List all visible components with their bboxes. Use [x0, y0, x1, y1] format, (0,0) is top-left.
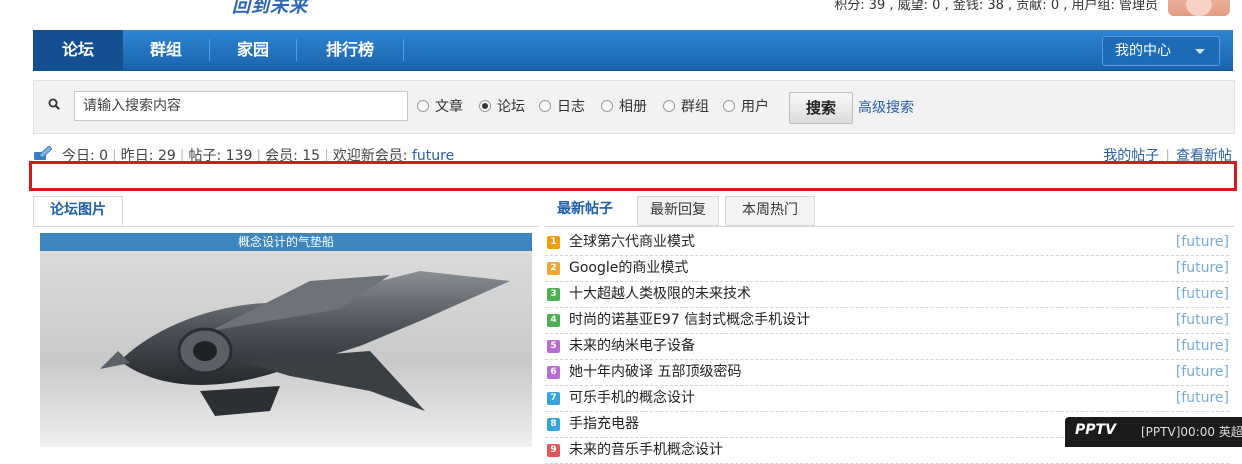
site-logo[interactable]: 回到未来: [232, 0, 308, 18]
search-option-albums[interactable]: 相册: [601, 97, 647, 117]
my-center-label: 我的中心: [1115, 43, 1171, 59]
tab-weekly-hot[interactable]: 本周热门: [725, 196, 815, 226]
nav-item-home[interactable]: 家园: [210, 30, 296, 70]
list-item: 3 十大超越人类极限的未来技术 [future]: [545, 282, 1229, 308]
search-option-articles[interactable]: 文章: [417, 97, 463, 117]
list-item: 1 全球第六代商业模式 [future]: [545, 230, 1229, 256]
chevron-down-icon: [1195, 49, 1205, 54]
list-item: 4 时尚的诺基亚E97 信封式概念手机设计 [future]: [545, 308, 1229, 334]
list-item: 6 她十年内破译 五部顶级密码 [future]: [545, 360, 1229, 386]
avatar-face: [1186, 0, 1212, 16]
pptv-notification[interactable]: PPTV [PPTV]00:00 英超: [1065, 417, 1242, 447]
rank-badge: 7: [547, 392, 560, 405]
rank-badge: 2: [547, 262, 560, 275]
search-bar: 文章 论坛 日志 相册 群组 用户 搜索 高级搜索: [33, 80, 1235, 134]
post-title-link[interactable]: 十大超越人类极限的未来技术: [569, 282, 751, 306]
slide-caption[interactable]: 概念设计的气垫船: [40, 233, 532, 251]
rank-badge: 4: [547, 314, 560, 327]
highlight-box: [29, 161, 1237, 191]
post-title-link[interactable]: Google的商业模式: [569, 256, 688, 280]
post-title-link[interactable]: 她十年内破译 五部顶级密码: [569, 360, 741, 384]
option-label: 日志: [557, 99, 585, 115]
post-author-link[interactable]: [future]: [1176, 308, 1229, 332]
search-icon: [48, 98, 60, 110]
search-option-users[interactable]: 用户: [723, 97, 769, 117]
rank-badge: 9: [547, 444, 560, 457]
post-title-link[interactable]: 全球第六代商业模式: [569, 230, 695, 254]
option-label: 用户: [741, 99, 769, 115]
radio-icon: [601, 100, 613, 112]
nav-item-groups[interactable]: 群组: [123, 30, 209, 70]
list-item: 5 未来的纳米电子设备 [future]: [545, 334, 1229, 360]
post-author-link[interactable]: [future]: [1176, 256, 1229, 280]
rank-badge: 3: [547, 288, 560, 301]
my-center-dropdown[interactable]: 我的中心: [1102, 36, 1220, 66]
main-nav: 论坛 群组 家园 排行榜 我的中心: [33, 30, 1233, 71]
tab-latest-posts[interactable]: 最新帖子: [545, 196, 625, 226]
radio-icon: [417, 100, 429, 112]
radio-icon: [663, 100, 675, 112]
user-stats: 积分: 39 , 威望: 0 , 金钱: 38 , 贡献: 0 , 用户组: 管…: [834, 0, 1158, 13]
pptv-ticker-text[interactable]: [PPTV]00:00 英超: [1141, 423, 1242, 440]
radio-checked-icon: [479, 100, 491, 112]
rank-badge: 8: [547, 418, 560, 431]
hovercraft-image: [100, 271, 510, 416]
option-label: 论坛: [497, 99, 525, 115]
post-title-link[interactable]: 时尚的诺基亚E97 信封式概念手机设计: [569, 308, 810, 332]
post-title-link[interactable]: 未来的音乐手机概念设计: [569, 438, 723, 462]
pencil-icon: [34, 146, 52, 160]
option-label: 群组: [681, 99, 709, 115]
nav-item-forum[interactable]: 论坛: [33, 30, 123, 70]
list-item: 7 可乐手机的概念设计 [future]: [545, 386, 1229, 412]
search-option-forum[interactable]: 论坛: [479, 97, 525, 117]
advanced-search-link[interactable]: 高级搜索: [858, 97, 914, 117]
post-author-link[interactable]: [future]: [1176, 360, 1229, 384]
search-option-blogs[interactable]: 日志: [539, 97, 585, 117]
nav-divider: [403, 39, 404, 61]
post-author-link[interactable]: [future]: [1176, 282, 1229, 306]
rank-badge: 1: [547, 236, 560, 249]
search-button[interactable]: 搜索: [789, 92, 853, 124]
option-label: 相册: [619, 99, 647, 115]
search-input[interactable]: [74, 91, 408, 121]
tab-latest-replies[interactable]: 最新回复: [637, 196, 719, 226]
rank-badge: 6: [547, 366, 560, 379]
rank-badge: 5: [547, 340, 560, 353]
tab-forum-images[interactable]: 论坛图片: [33, 196, 123, 226]
search-option-groups[interactable]: 群组: [663, 97, 709, 117]
post-title-link[interactable]: 手指充电器: [569, 412, 639, 436]
post-title-link[interactable]: 可乐手机的概念设计: [569, 386, 695, 410]
avatar[interactable]: [1168, 0, 1230, 16]
post-author-link[interactable]: [future]: [1176, 334, 1229, 358]
post-author-link[interactable]: [future]: [1176, 230, 1229, 254]
post-title-link[interactable]: 未来的纳米电子设备: [569, 334, 695, 358]
radio-icon: [539, 100, 551, 112]
option-label: 文章: [435, 99, 463, 115]
list-item: 2 Google的商业模式 [future]: [545, 256, 1229, 282]
radio-icon: [723, 100, 735, 112]
pptv-logo: PPTV: [1075, 422, 1116, 438]
image-slideshow[interactable]: 概念设计的气垫船: [40, 233, 532, 447]
posts-tabs: 最新帖子 最新回复 本周热门: [545, 196, 1234, 227]
forum-images-tabs: 论坛图片: [33, 196, 539, 227]
nav-item-ranking[interactable]: 排行榜: [297, 30, 403, 70]
post-author-link[interactable]: [future]: [1176, 386, 1229, 410]
